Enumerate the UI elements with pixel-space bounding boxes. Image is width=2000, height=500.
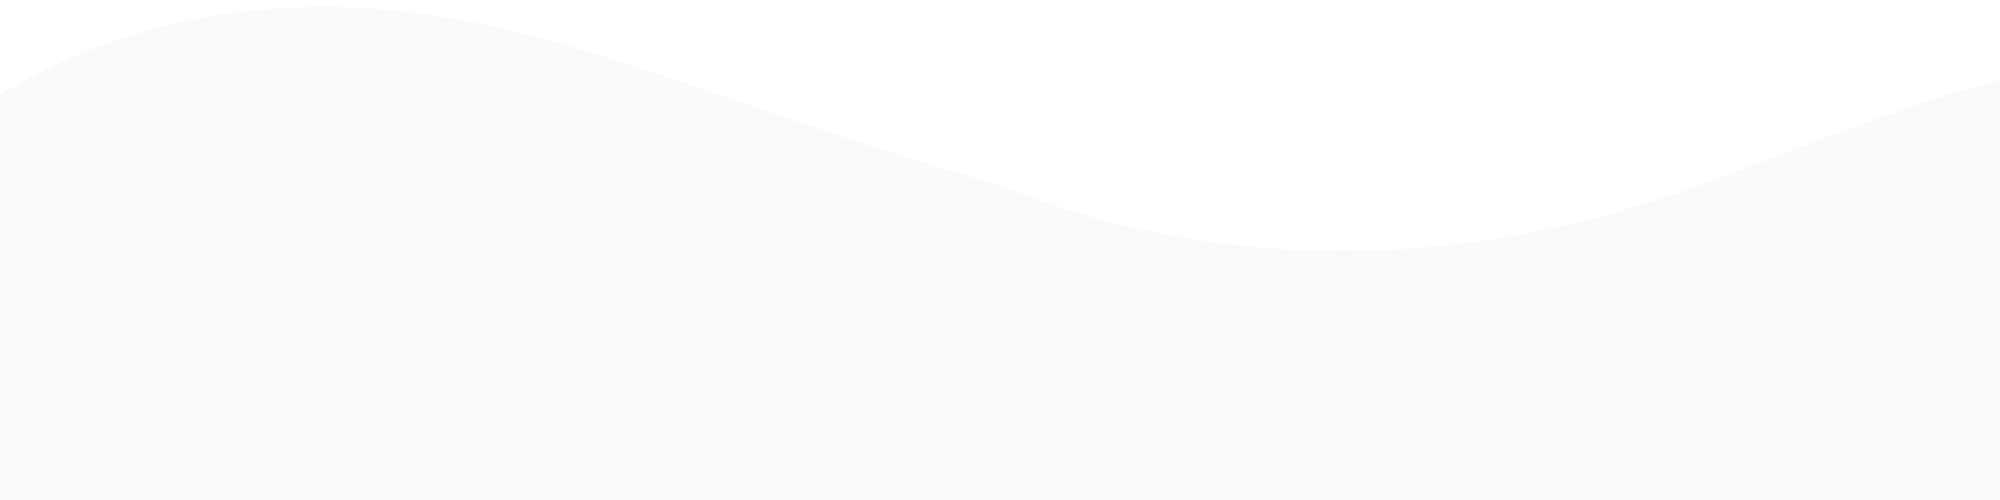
- wave-section-divider: [0, 0, 2000, 500]
- wave-divider-graphic: [0, 0, 2000, 500]
